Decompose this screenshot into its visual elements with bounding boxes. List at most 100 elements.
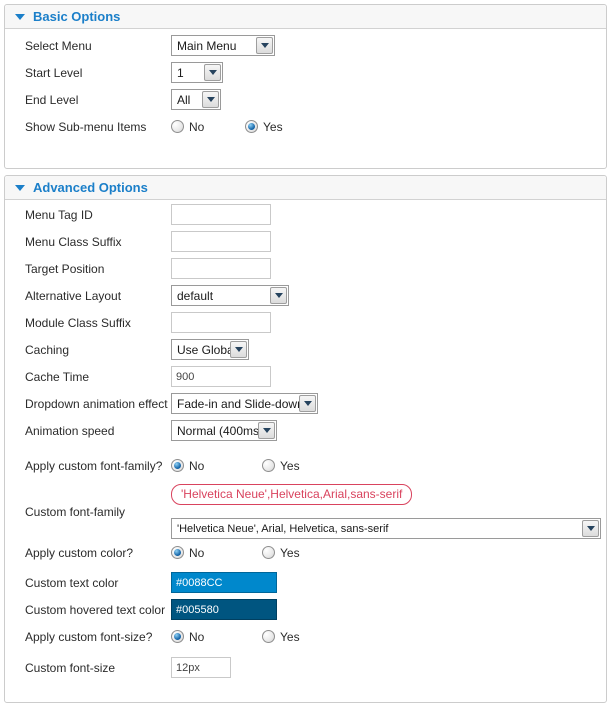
radio-option-yes: Yes [262,459,300,473]
start-level-label: Start Level [25,66,171,80]
custom-font-family-value: 'Helvetica Neue', Arial, Helvetica, sans… [172,523,393,535]
animation-speed-dropdown[interactable]: Normal (400ms) [171,420,277,441]
radio-option-no: No [171,459,262,473]
form-row: Show Sub-menu Items No Yes [5,113,606,140]
custom-text-color-input[interactable] [171,572,277,593]
apply-font-size-yes-radio[interactable] [262,630,275,643]
chevron-down-icon [258,422,275,439]
animation-speed-label: Animation speed [25,424,171,438]
custom-text-color-label: Custom text color [25,576,171,590]
form-row: Select Menu Main Menu [5,32,606,59]
caching-dropdown[interactable]: Use Global [171,339,249,360]
chevron-down-icon [582,520,599,537]
radio-yes-label: Yes [280,546,300,560]
chevron-down-icon [202,91,219,108]
form-row: Cache Time [5,363,606,390]
cache-time-input[interactable] [171,366,271,387]
form-row: Custom font-size [5,654,606,681]
custom-font-family-row: Custom font-family 'Helvetica Neue',Helv… [5,484,606,539]
radio-yes-label: Yes [280,630,300,644]
end-level-dropdown[interactable]: All [171,89,221,110]
radio-option-yes: Yes [245,120,283,134]
radio-no-label: No [189,630,204,644]
radio-no-label: No [189,546,204,560]
chevron-down-icon [256,37,273,54]
start-level-value: 1 [172,66,189,80]
show-submenu-label: Show Sub-menu Items [25,120,171,134]
custom-font-size-input[interactable] [171,657,231,678]
collapse-arrow-icon [15,14,25,20]
form-row: Dropdown animation effect Fade-in and Sl… [5,390,606,417]
radio-option-yes: Yes [262,546,300,560]
basic-options-header[interactable]: Basic Options [5,5,606,29]
dropdown-animation-dropdown[interactable]: Fade-in and Slide-down [171,393,318,414]
form-row: Apply custom font-size? No Yes [5,623,606,650]
form-row: Menu Class Suffix [5,228,606,255]
form-row: Apply custom font-family? No Yes [5,452,606,479]
apply-color-no-radio[interactable] [171,546,184,559]
end-level-value: All [172,93,195,107]
alternative-layout-value: default [172,289,218,303]
start-level-dropdown[interactable]: 1 [171,62,223,83]
form-row: Target Position [5,255,606,282]
show-submenu-yes-radio[interactable] [245,120,258,133]
form-row: Caching Use Global [5,336,606,363]
radio-no-label: No [189,120,204,134]
target-position-label: Target Position [25,262,171,276]
advanced-options-header[interactable]: Advanced Options [5,176,606,200]
chevron-down-icon [204,64,221,81]
custom-font-family-label: Custom font-family [25,505,125,519]
form-row: Custom hovered text color [5,596,606,623]
form-row: End Level All [5,86,606,113]
select-menu-value: Main Menu [172,39,241,53]
basic-options-body: Select Menu Main Menu Start Level 1 End … [5,29,606,140]
menu-class-suffix-input[interactable] [171,231,271,252]
radio-option-yes: Yes [262,630,300,644]
custom-hover-color-input[interactable] [171,599,277,620]
radio-yes-label: Yes [263,120,283,134]
collapse-arrow-icon [15,185,25,191]
custom-hover-color-label: Custom hovered text color [25,603,171,617]
radio-yes-label: Yes [280,459,300,473]
alternative-layout-label: Alternative Layout [25,289,171,303]
dropdown-animation-label: Dropdown animation effect [25,397,171,411]
radio-option-no: No [171,630,262,644]
apply-font-family-yes-radio[interactable] [262,459,275,472]
form-row: Animation speed Normal (400ms) [5,417,606,444]
apply-font-family-no-radio[interactable] [171,459,184,472]
select-menu-dropdown[interactable]: Main Menu [171,35,275,56]
advanced-options-panel: Advanced Options Menu Tag ID Menu Class … [4,175,607,703]
form-row: Module Class Suffix [5,309,606,336]
animation-speed-value: Normal (400ms) [172,424,258,438]
menu-tag-id-label: Menu Tag ID [25,208,171,222]
apply-font-size-no-radio[interactable] [171,630,184,643]
advanced-options-body: Menu Tag ID Menu Class Suffix Target Pos… [5,200,606,681]
form-row: Start Level 1 [5,59,606,86]
caching-value: Use Global [172,343,230,357]
form-row: Menu Tag ID [5,201,606,228]
form-row: Apply custom color? No Yes [5,539,606,566]
module-class-suffix-input[interactable] [171,312,271,333]
menu-class-suffix-label: Menu Class Suffix [25,235,171,249]
chevron-down-icon [270,287,287,304]
dropdown-animation-value: Fade-in and Slide-down [172,397,299,411]
radio-no-label: No [189,459,204,473]
menu-tag-id-input[interactable] [171,204,271,225]
chevron-down-icon [230,341,247,358]
apply-color-yes-radio[interactable] [262,546,275,559]
module-class-suffix-label: Module Class Suffix [25,316,171,330]
alternative-layout-dropdown[interactable]: default [171,285,289,306]
custom-font-family-pill: 'Helvetica Neue',Helvetica,Arial,sans-se… [171,484,412,505]
basic-options-panel: Basic Options Select Menu Main Menu Star… [4,4,607,169]
apply-font-size-label: Apply custom font-size? [25,630,171,644]
radio-option-no: No [171,546,262,560]
panel-title: Advanced Options [33,180,148,195]
show-submenu-no-radio[interactable] [171,120,184,133]
caching-label: Caching [25,343,171,357]
end-level-label: End Level [25,93,171,107]
chevron-down-icon [299,395,316,412]
target-position-input[interactable] [171,258,271,279]
custom-font-family-dropdown[interactable]: 'Helvetica Neue', Arial, Helvetica, sans… [171,518,601,539]
apply-color-label: Apply custom color? [25,546,171,560]
form-row: Custom text color [5,569,606,596]
